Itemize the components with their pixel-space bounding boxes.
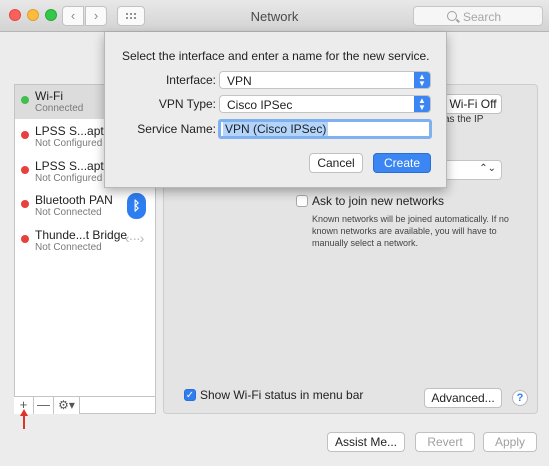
title-bar: ‹ › Network Search — [0, 0, 549, 32]
service-status: Not Configured — [35, 173, 103, 184]
service-name: LPSS S...apter — [35, 159, 115, 173]
service-name-input[interactable]: VPN (Cisco IPSec) — [218, 119, 432, 139]
service-status: Not Configured — [35, 138, 103, 149]
ip-description-partial: as the IP — [444, 114, 484, 125]
assist-me-button[interactable]: Assist Me... — [327, 432, 405, 452]
remove-service-button[interactable]: — — [34, 397, 54, 414]
new-service-sheet: Select the interface and enter a name fo… — [104, 32, 447, 188]
interface-value: VPN — [227, 74, 252, 88]
apply-button[interactable]: Apply — [483, 432, 537, 452]
status-dot-red — [21, 200, 29, 208]
service-name: Bluetooth PAN — [35, 193, 113, 207]
interface-select[interactable]: VPN ▲ ▼ — [219, 71, 431, 89]
search-field[interactable]: Search — [413, 6, 543, 26]
ask-join-description: Known networks will be joined automatica… — [312, 214, 509, 248]
status-dot-red — [21, 166, 29, 174]
wifi-off-button[interactable]: Wi-Fi Off — [444, 94, 502, 114]
search-placeholder: Search — [463, 10, 502, 24]
bridge-arrows-icon: ‹···› — [125, 230, 144, 246]
chevron-updown-icon: ▲ ▼ — [414, 72, 430, 88]
cancel-button[interactable]: Cancel — [309, 153, 363, 173]
service-name-value: VPN (Cisco IPSec) — [223, 122, 329, 136]
service-status: Connected — [35, 103, 84, 114]
service-list-toolbar: + — ⚙▾ — [14, 396, 156, 414]
service-status: Not Connected — [35, 207, 102, 218]
chevron-updown-icon: ⌃⌄ — [479, 163, 496, 174]
service-status: Not Connected — [35, 242, 102, 253]
ask-join-checkbox[interactable] — [296, 195, 308, 207]
help-button[interactable]: ? — [512, 390, 528, 406]
vpn-type-label: VPN Type: — [158, 97, 216, 111]
vpn-type-select[interactable]: Cisco IPSec ▲ ▼ — [219, 95, 431, 113]
search-icon — [447, 11, 457, 21]
bluetooth-icon: ᛒ — [127, 193, 146, 219]
show-status-checkbox[interactable]: ✓ — [184, 389, 196, 401]
show-status-label: Show Wi-Fi status in menu bar — [200, 388, 364, 402]
gear-menu-button[interactable]: ⚙▾ — [54, 397, 80, 414]
create-button[interactable]: Create — [373, 153, 431, 173]
service-item-thunderbolt-bridge[interactable]: Thunde...t Bridge Not Connected ‹···› — [15, 224, 155, 258]
status-dot-green — [21, 96, 29, 104]
chevron-updown-icon: ▲ ▼ — [414, 96, 430, 112]
advanced-button[interactable]: Advanced... — [424, 388, 502, 408]
sheet-prompt: Select the interface and enter a name fo… — [122, 49, 430, 63]
status-dot-red — [21, 131, 29, 139]
status-dot-red — [21, 235, 29, 243]
vpn-type-value: Cisco IPSec — [227, 98, 293, 112]
service-item-bluetooth-pan[interactable]: Bluetooth PAN Not Connected ᛒ — [15, 189, 155, 223]
service-name: Wi-Fi — [35, 89, 63, 103]
service-name: LPSS S...apter — [35, 124, 115, 138]
revert-button[interactable]: Revert — [415, 432, 475, 452]
interface-label: Interface: — [165, 73, 216, 87]
annotation-arrow-icon — [20, 409, 28, 429]
service-name-label: Service Name: — [137, 122, 216, 136]
ask-join-label: Ask to join new networks — [312, 194, 445, 208]
service-name: Thunde...t Bridge — [35, 228, 128, 242]
